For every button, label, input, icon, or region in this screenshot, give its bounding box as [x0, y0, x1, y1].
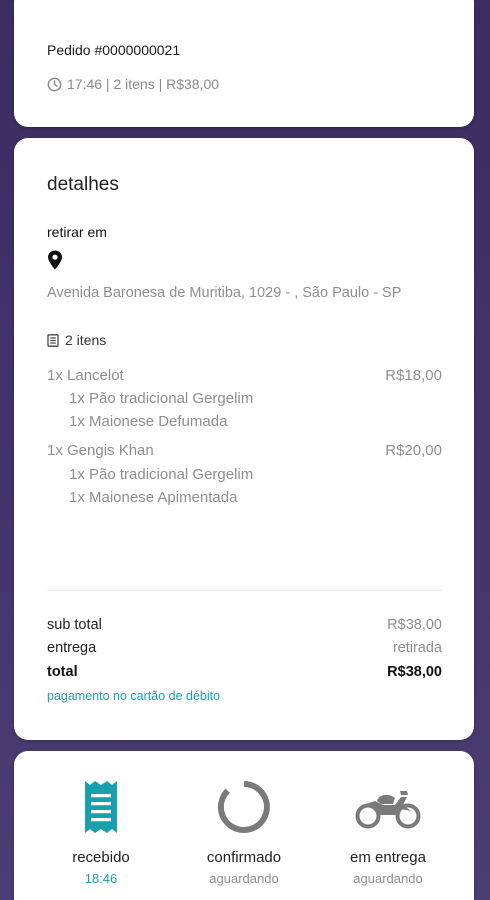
total-row: total R$38,00 [47, 664, 442, 680]
step-label: confirmado [206, 849, 282, 866]
payment-method: pagamento no cartão de débito [47, 689, 221, 703]
item-option: 1x Pão tradicional Gergelim [69, 466, 254, 483]
item-name: 1x Gengis Khan [47, 442, 154, 459]
delivery-value: retirada [392, 640, 442, 656]
total-label: total [47, 664, 78, 680]
delivery-row: entrega retirada [47, 640, 442, 656]
total-value: R$38,00 [387, 664, 442, 680]
divider [47, 590, 442, 591]
order-item: 1x Lancelot R$18,00 [47, 367, 442, 384]
items-count-text: 2 itens [65, 332, 107, 348]
order-card[interactable]: Pedido #0000000021 17:46 | 2 itens | R$3… [14, 0, 474, 127]
delivery-label: entrega [47, 640, 97, 656]
pickup-address: Avenida Baronesa de Muritiba, 1029 - , S… [47, 285, 402, 301]
receipt-icon [85, 781, 117, 833]
step-status: aguardando [209, 871, 279, 886]
step-time: 18:46 [84, 871, 118, 886]
step-status: aguardando [353, 871, 423, 886]
map-pin-icon [48, 250, 62, 270]
receipt-small-icon [47, 333, 59, 347]
status-card: recebido 18:46 confirmado aguardando em … [14, 751, 474, 900]
clock-icon [47, 77, 62, 91]
order-meta: 17:46 | 2 itens | R$38,00 [47, 76, 219, 92]
subtotal-value: R$38,00 [387, 617, 442, 633]
subtotal-row: sub total R$38,00 [47, 617, 442, 633]
step-label: em entrega [350, 849, 426, 866]
loading-circle-icon [217, 781, 270, 833]
order-item: 1x Gengis Khan R$20,00 [47, 442, 442, 459]
item-option: 1x Maionese Defumada [69, 413, 228, 430]
item-option: 1x Maionese Apimentada [69, 489, 238, 506]
items-count: 2 itens [47, 332, 106, 348]
item-price: R$18,00 [385, 367, 442, 384]
motorcycle-icon [355, 791, 421, 829]
pickup-label: retirar em [47, 224, 107, 240]
status-step-received: recebido 18:46 [31, 779, 171, 886]
item-option: 1x Pão tradicional Gergelim [69, 390, 254, 407]
item-name: 1x Lancelot [47, 367, 124, 384]
order-title: Pedido #0000000021 [47, 42, 181, 58]
status-step-delivery: em entrega aguardando [318, 779, 458, 886]
status-step-confirmed: confirmado aguardando [174, 779, 314, 886]
details-title: detalhes [47, 174, 119, 195]
subtotal-label: sub total [47, 617, 102, 633]
item-price: R$20,00 [385, 442, 442, 459]
step-label: recebido [72, 849, 130, 866]
order-meta-text: 17:46 | 2 itens | R$38,00 [67, 76, 220, 92]
details-card: detalhes retirar em Avenida Baronesa de … [14, 138, 474, 740]
